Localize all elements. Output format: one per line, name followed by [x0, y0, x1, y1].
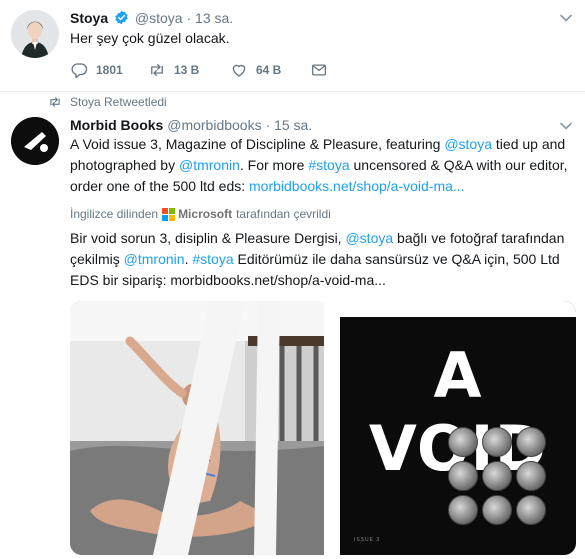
morbid-books-logo-icon	[11, 117, 59, 165]
avatar[interactable]	[11, 10, 59, 58]
cover-thumbnail	[448, 461, 478, 491]
cover-thumbnail	[482, 495, 512, 525]
retweet-button[interactable]: 13 B	[148, 58, 230, 82]
separator: ·	[186, 10, 192, 26]
text-segment: Bir void sorun 3, disiplin & Pleasure De…	[70, 230, 346, 246]
translation-prefix: İngilizce dilinden	[70, 207, 159, 221]
magazine-cover: A VOID ISSUE 3	[340, 317, 576, 555]
cover-issue: ISSUE 3	[354, 537, 381, 543]
mention-link[interactable]: @tmronin	[124, 251, 185, 267]
media-photo[interactable]: A VOID ISSUE 3	[324, 301, 576, 555]
retweeted-icon	[50, 97, 60, 107]
direct-message-button[interactable]	[310, 58, 328, 82]
tweet-header: Stoya @stoya · 13 sa.	[70, 9, 233, 27]
url-link[interactable]: morbidbooks.net/shop/a-void-ma...	[249, 178, 465, 194]
handle[interactable]: @stoya	[135, 10, 183, 26]
chevron-down-icon[interactable]	[559, 11, 573, 25]
display-name[interactable]: Stoya	[70, 10, 108, 26]
like-count: 64 B	[256, 63, 282, 77]
tweet-text: Her şey çok güzel olacak.	[70, 30, 230, 46]
cover-thumbnail	[482, 461, 512, 491]
cover-thumbnail	[516, 427, 546, 457]
retweet-context[interactable]: Stoya Retweetledi	[48, 95, 167, 109]
tweet-actions: 1801 13 B 64 B	[70, 58, 328, 82]
separator: ·	[265, 117, 271, 133]
cover-thumbnail	[448, 427, 478, 457]
cover-thumbnail	[448, 495, 478, 525]
hashtag-link[interactable]: #stoya	[308, 157, 349, 173]
translation-suffix: tarafından çevrildi	[236, 207, 331, 221]
message-icon	[311, 64, 327, 76]
like-button[interactable]: 64 B	[230, 58, 310, 82]
cover-thumbnail	[516, 461, 546, 491]
text-segment: A Void issue 3, Magazine of Discipline &…	[70, 136, 445, 152]
hashtag-link[interactable]: #stoya	[192, 251, 233, 267]
tweet-header: Morbid Books @morbidbooks · 15 sa.	[70, 116, 312, 134]
cover-thumbnail	[482, 427, 512, 457]
mention-link[interactable]: @tmronin	[179, 157, 240, 173]
like-icon	[232, 64, 246, 77]
mention-link[interactable]: @stoya	[345, 230, 393, 246]
handle[interactable]: @morbidbooks	[167, 117, 261, 133]
mention-link[interactable]: @stoya	[444, 136, 492, 152]
photo-image	[70, 301, 324, 555]
tweet-media[interactable]: A VOID ISSUE 3	[70, 301, 576, 555]
microsoft-logo-icon	[162, 207, 176, 221]
translation-provider[interactable]: Microsoft	[178, 207, 232, 221]
chevron-down-icon[interactable]	[559, 119, 573, 133]
translated-text: Bir void sorun 3, disiplin & Pleasure De…	[70, 228, 570, 291]
retweet-context-label: Stoya Retweetledi	[70, 95, 167, 109]
timestamp[interactable]: 13 sa.	[195, 10, 233, 26]
translation-notice: İngilizce dilinden Microsoft tarafından …	[70, 207, 331, 221]
text-segment: . For more	[239, 157, 309, 173]
retweet-icon	[151, 64, 163, 76]
retweet-count: 13 B	[174, 63, 200, 77]
cover-thumbnail	[516, 495, 546, 525]
reply-button[interactable]: 1801	[70, 58, 148, 82]
reply-icon	[71, 63, 88, 79]
cover-thumbnails	[448, 427, 546, 525]
avatar-image	[11, 10, 59, 58]
media-photo[interactable]	[70, 301, 324, 555]
tweet-text: A Void issue 3, Magazine of Discipline &…	[70, 134, 570, 197]
reply-count: 1801	[96, 63, 123, 77]
display-name[interactable]: Morbid Books	[70, 117, 163, 133]
tweet-stoya[interactable]: Stoya @stoya · 13 sa. Her şey çok güzel …	[0, 0, 585, 92]
verified-badge-icon	[115, 10, 128, 25]
avatar[interactable]	[11, 117, 59, 165]
timestamp[interactable]: 15 sa.	[274, 117, 312, 133]
